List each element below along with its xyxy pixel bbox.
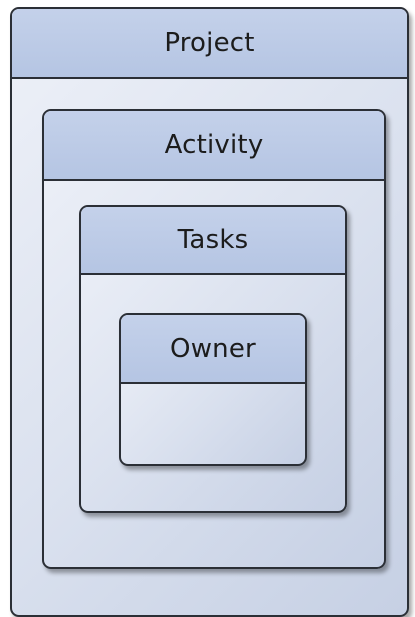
project-label: Project: [164, 28, 255, 58]
project-header: Project: [12, 9, 407, 79]
tasks-header: Tasks: [81, 207, 345, 275]
activity-label: Activity: [164, 130, 264, 160]
owner-label: Owner: [170, 333, 256, 364]
owner-container: Owner: [119, 313, 307, 466]
tasks-label: Tasks: [177, 225, 249, 255]
activity-header: Activity: [44, 111, 384, 181]
owner-header: Owner: [121, 315, 305, 384]
